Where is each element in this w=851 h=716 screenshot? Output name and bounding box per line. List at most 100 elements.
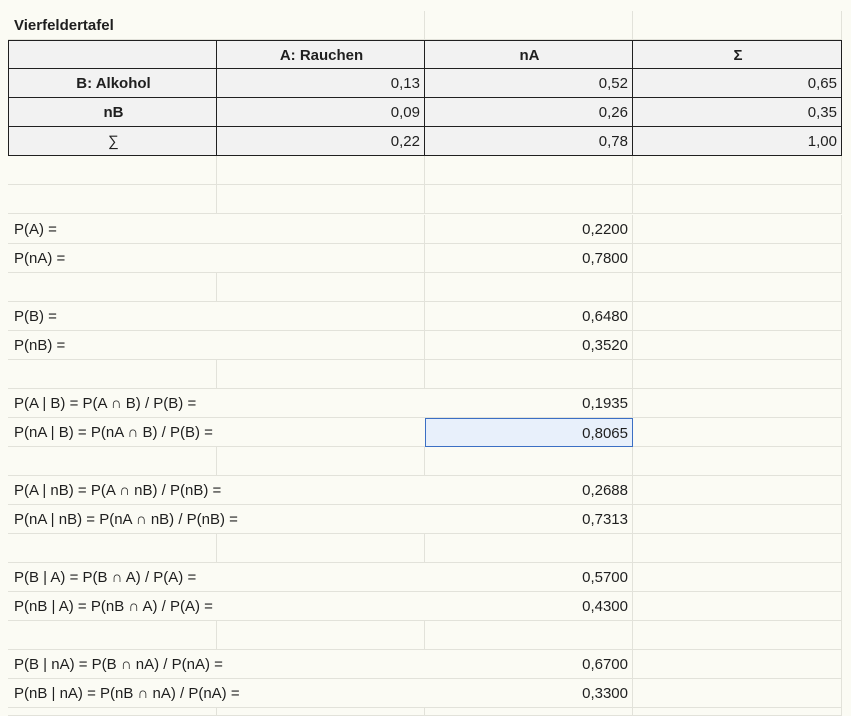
table-cell[interactable]: 0,35 [633,98,842,127]
empty-cell[interactable] [633,534,842,563]
sheet-title[interactable]: Vierfeldertafel [8,11,217,40]
empty-cell[interactable] [8,185,217,214]
probability-value[interactable]: 0,7313 [425,505,633,534]
table-header-cell[interactable]: Σ [633,40,842,69]
empty-cell[interactable] [8,447,217,476]
empty-cell[interactable] [425,621,633,650]
empty-cell[interactable] [633,185,842,214]
empty-cell[interactable] [8,534,217,563]
empty-cell[interactable] [633,505,842,534]
empty-cell[interactable] [217,185,425,214]
empty-cell[interactable] [633,273,842,302]
selected-cell[interactable]: 0,8065 [425,418,633,447]
probability-label[interactable]: P(B | nA) = P(B ∩ nA) / P(nA) = [8,650,425,679]
empty-cell[interactable] [633,592,842,621]
empty-cell[interactable] [217,11,425,40]
probability-label[interactable]: P(nA | nB) = P(nA ∩ nB) / P(nB) = [8,505,425,534]
empty-cell[interactable] [425,185,633,214]
empty-cell[interactable] [633,244,842,273]
empty-cell[interactable] [217,447,425,476]
empty-cell[interactable] [217,156,425,185]
empty-cell[interactable] [217,360,425,389]
empty-cell[interactable] [217,302,425,331]
probability-value[interactable]: 0,6480 [425,302,633,331]
empty-cell[interactable] [633,563,842,592]
empty-cell[interactable] [425,360,633,389]
empty-cell[interactable] [8,621,217,650]
empty-cell[interactable] [217,215,425,244]
table-cell[interactable]: 0,52 [425,69,633,98]
empty-cell[interactable] [633,156,842,185]
table-cell[interactable]: 0,78 [425,127,633,156]
probability-label[interactable]: P(nA) = [8,244,217,273]
table-cell[interactable]: 0,09 [217,98,425,127]
empty-cell[interactable] [425,273,633,302]
empty-cell[interactable] [633,302,842,331]
probability-value[interactable]: 0,7800 [425,244,633,273]
empty-cell[interactable] [633,447,842,476]
empty-cell[interactable] [425,156,633,185]
table-header-cell[interactable]: nA [425,40,633,69]
sheet-row [0,185,851,214]
probability-label[interactable]: P(A | B) = P(A ∩ B) / P(B) = [8,389,425,418]
table-row-label[interactable]: nB [8,98,217,127]
probability-row: P(A) = 0,2200 [0,215,851,244]
empty-cell[interactable] [633,11,842,40]
probability-value[interactable]: 0,2200 [425,215,633,244]
table-row-label[interactable]: ∑ [8,127,217,156]
empty-cell[interactable] [217,708,425,716]
sheet-row [0,621,851,650]
probability-label[interactable]: P(A | nB) = P(A ∩ nB) / P(nB) = [8,476,425,505]
empty-cell[interactable] [633,708,842,716]
empty-cell[interactable] [217,244,425,273]
empty-cell[interactable] [217,621,425,650]
empty-cell[interactable] [633,215,842,244]
table-row: B: Alkohol 0,13 0,52 0,65 [0,69,851,98]
table-cell[interactable]: 0,13 [217,69,425,98]
sheet-row [0,273,851,302]
empty-cell[interactable] [217,534,425,563]
table-cell[interactable]: 0,26 [425,98,633,127]
empty-cell[interactable] [633,360,842,389]
empty-cell[interactable] [8,708,217,716]
probability-value[interactable]: 0,5700 [425,563,633,592]
empty-cell[interactable] [425,708,633,716]
table-row-label[interactable]: B: Alkohol [8,69,217,98]
probability-value[interactable]: 0,4300 [425,592,633,621]
sheet-row [0,156,851,185]
probability-label[interactable]: P(nB) = [8,331,217,360]
empty-cell[interactable] [633,389,842,418]
table-header-cell[interactable]: A: Rauchen [217,40,425,69]
probability-label[interactable]: P(A) = [8,215,217,244]
table-cell[interactable]: 1,00 [633,127,842,156]
probability-label[interactable]: P(nA | B) = P(nA ∩ B) / P(B) = [8,418,425,447]
sheet-row [0,708,851,716]
table-cell[interactable]: 0,22 [217,127,425,156]
probability-label[interactable]: P(nB | A) = P(nB ∩ A) / P(A) = [8,592,425,621]
probability-value[interactable]: 0,3520 [425,331,633,360]
probability-label[interactable]: P(nB | nA) = P(nB ∩ nA) / P(nA) = [8,679,425,708]
empty-cell[interactable] [217,273,425,302]
probability-value[interactable]: 0,6700 [425,650,633,679]
table-header-corner[interactable] [8,40,217,69]
probability-label[interactable]: P(B | A) = P(B ∩ A) / P(A) = [8,563,425,592]
empty-cell[interactable] [8,360,217,389]
probability-value[interactable]: 0,2688 [425,476,633,505]
probability-label[interactable]: P(B) = [8,302,217,331]
empty-cell[interactable] [633,650,842,679]
empty-cell[interactable] [425,534,633,563]
empty-cell[interactable] [217,331,425,360]
empty-cell[interactable] [425,447,633,476]
probability-value[interactable]: 0,1935 [425,389,633,418]
table-cell[interactable]: 0,65 [633,69,842,98]
empty-cell[interactable] [633,476,842,505]
empty-cell[interactable] [8,273,217,302]
empty-cell[interactable] [425,11,633,40]
empty-cell[interactable] [633,621,842,650]
empty-cell[interactable] [633,418,842,447]
empty-cell[interactable] [633,679,842,708]
sheet-row [0,534,851,563]
empty-cell[interactable] [8,156,217,185]
empty-cell[interactable] [633,331,842,360]
probability-value[interactable]: 0,3300 [425,679,633,708]
